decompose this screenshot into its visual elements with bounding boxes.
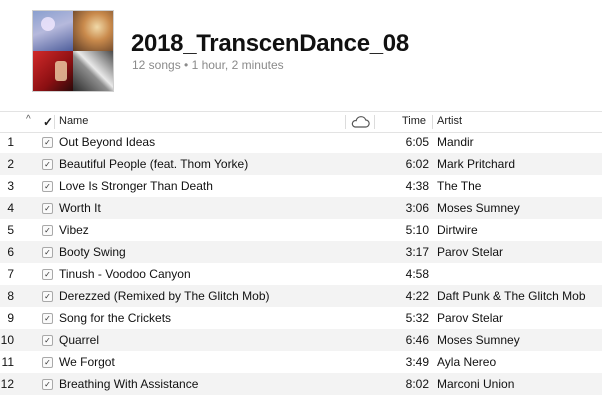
- track-row[interactable]: 10 ✓ Quarrel 6:46 Moses Sumney: [0, 329, 602, 351]
- track-time: 5:10: [405, 223, 429, 237]
- track-checkbox[interactable]: ✓: [42, 181, 53, 192]
- track-row[interactable]: 7 ✓ Tinush - Voodoo Canyon 4:58: [0, 263, 602, 285]
- track-name: We Forgot: [59, 355, 115, 369]
- track-artist: Daft Punk & The Glitch Mob: [437, 289, 586, 303]
- artwork-tile: [33, 51, 73, 91]
- track-name: Worth It: [59, 201, 101, 215]
- track-number: 11: [1, 355, 14, 369]
- track-name: Quarrel: [59, 333, 100, 347]
- track-checkbox[interactable]: ✓: [42, 203, 53, 214]
- track-number: 12: [0, 377, 14, 391]
- track-checkbox[interactable]: ✓: [42, 137, 53, 148]
- track-name: Breathing With Assistance: [59, 377, 199, 391]
- track-time: 8:02: [405, 377, 429, 391]
- track-artist: Parov Stelar: [437, 245, 504, 259]
- track-time: 3:17: [405, 245, 429, 259]
- track-checkbox[interactable]: ✓: [42, 225, 53, 236]
- time-column-header[interactable]: Time: [402, 115, 426, 127]
- track-checkbox[interactable]: ✓: [42, 269, 53, 280]
- artist-column-header[interactable]: Artist: [437, 115, 462, 127]
- track-name: Vibez: [59, 223, 89, 237]
- track-number: 9: [7, 311, 14, 325]
- sort-column-header[interactable]: ^: [26, 114, 31, 125]
- track-number: 4: [7, 201, 14, 215]
- track-row[interactable]: 6 ✓ Booty Swing 3:17 Parov Stelar: [0, 241, 602, 263]
- column-header-bar: ^ ✓ Name Time Artist: [0, 111, 602, 133]
- track-artist: Parov Stelar: [437, 311, 504, 325]
- track-name: Out Beyond Ideas: [59, 135, 156, 149]
- column-divider[interactable]: [374, 115, 375, 129]
- track-row[interactable]: 11 ✓ We Forgot 3:49 Ayla Nereo: [0, 351, 602, 373]
- track-number: 6: [7, 245, 14, 259]
- track-time: 5:32: [405, 311, 429, 325]
- track-row[interactable]: 4 ✓ Worth It 3:06 Moses Sumney: [0, 197, 602, 219]
- track-checkbox[interactable]: ✓: [42, 159, 53, 170]
- track-list: 1 ✓ Out Beyond Ideas 6:05 Mandir 2 ✓ Beautiful …: [0, 131, 602, 395]
- track-number: 5: [7, 223, 14, 237]
- track-artist: Mark Pritchard: [437, 157, 516, 171]
- playlist-title: 2018_TranscenDance_08: [131, 30, 409, 57]
- track-row[interactable]: 3 ✓ Love Is Stronger Than Death 4:38 The The: [0, 175, 602, 197]
- track-number: 10: [0, 333, 14, 347]
- track-time: 6:46: [405, 333, 429, 347]
- track-name: Song for the Crickets: [59, 311, 172, 325]
- track-number: 7: [7, 267, 14, 281]
- column-divider[interactable]: [345, 115, 346, 129]
- column-divider[interactable]: [432, 115, 433, 129]
- cloud-icon[interactable]: [350, 115, 370, 131]
- track-checkbox[interactable]: ✓: [42, 313, 53, 324]
- track-row[interactable]: 2 ✓ Beautiful People (feat. Thom Yorke) 6:0…: [0, 153, 602, 175]
- track-checkbox[interactable]: ✓: [42, 247, 53, 258]
- track-row[interactable]: 1 ✓ Out Beyond Ideas 6:05 Mandir: [0, 131, 602, 153]
- track-checkbox[interactable]: ✓: [42, 379, 53, 390]
- track-time: 6:05: [405, 135, 429, 149]
- track-artist: Ayla Nereo: [437, 355, 497, 369]
- playlist-header: 2018_TranscenDance_08 12 songs • 1 hour,…: [0, 0, 602, 108]
- track-number: 1: [7, 135, 14, 149]
- name-column-header[interactable]: Name: [59, 115, 88, 127]
- track-number: 8: [7, 289, 14, 303]
- track-row[interactable]: 8 ✓ Derezzed (Remixed by The Glitch Mob) 4:…: [0, 285, 602, 307]
- track-name: Beautiful People (feat. Thom Yorke): [59, 157, 249, 171]
- track-row[interactable]: 5 ✓ Vibez 5:10 Dirtwire: [0, 219, 602, 241]
- playlist-summary: 12 songs • 1 hour, 2 minutes: [132, 58, 284, 72]
- track-name: Derezzed (Remixed by The Glitch Mob): [59, 289, 270, 303]
- track-time: 4:22: [405, 289, 429, 303]
- track-artist: Dirtwire: [437, 223, 478, 237]
- track-name: Love Is Stronger Than Death: [59, 179, 213, 193]
- track-time: 6:02: [405, 157, 429, 171]
- track-number: 2: [7, 157, 14, 171]
- track-artist: Moses Sumney: [437, 201, 520, 215]
- artwork-tile: [33, 11, 73, 51]
- track-artist: Moses Sumney: [437, 333, 520, 347]
- track-time: 3:49: [405, 355, 429, 369]
- track-checkbox[interactable]: ✓: [42, 357, 53, 368]
- column-divider[interactable]: [54, 115, 55, 129]
- track-number: 3: [7, 179, 14, 193]
- track-time: 3:06: [405, 201, 429, 215]
- track-name: Booty Swing: [59, 245, 126, 259]
- track-row[interactable]: 12 ✓ Breathing With Assistance 8:02 Marconi …: [0, 373, 602, 395]
- track-artist: Mandir: [437, 135, 474, 149]
- track-artist: Marconi Union: [437, 377, 515, 391]
- track-time: 4:38: [405, 179, 429, 193]
- artwork-tile: [73, 51, 113, 91]
- checkbox-column-header[interactable]: ✓: [43, 115, 53, 129]
- artwork-tile: [73, 11, 113, 51]
- track-artist: The The: [437, 179, 482, 193]
- track-name: Tinush - Voodoo Canyon: [59, 267, 191, 281]
- track-row[interactable]: 9 ✓ Song for the Crickets 5:32 Parov Stelar: [0, 307, 602, 329]
- track-checkbox[interactable]: ✓: [42, 335, 53, 346]
- track-checkbox[interactable]: ✓: [42, 291, 53, 302]
- track-time: 4:58: [405, 267, 429, 281]
- playlist-artwork[interactable]: [32, 10, 114, 92]
